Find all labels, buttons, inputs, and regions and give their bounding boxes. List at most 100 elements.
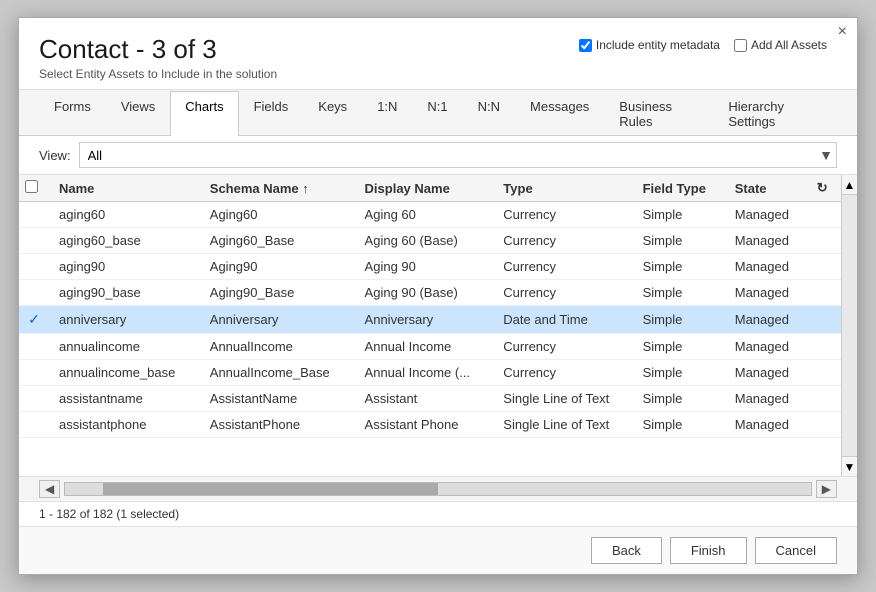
table-row[interactable]: aging90_baseAging90_BaseAging 90 (Base)C… — [19, 280, 841, 306]
cell-type: Date and Time — [493, 306, 632, 334]
horizontal-scrollbar: ◀ ▶ — [19, 476, 857, 501]
cell-refresh — [807, 306, 841, 334]
cell-schema_name: Aging60 — [200, 202, 355, 228]
table-row[interactable]: annualincomeAnnualIncomeAnnual IncomeCur… — [19, 334, 841, 360]
cell-schema_name: Aging90_Base — [200, 280, 355, 306]
cell-display_name: Aging 90 (Base) — [355, 280, 494, 306]
view-select-container: All ▼ — [79, 142, 837, 168]
table-row[interactable]: assistantnameAssistantNameAssistantSingl… — [19, 386, 841, 412]
include-metadata-checkbox[interactable] — [579, 39, 592, 52]
row-check-cell[interactable]: ✓ — [19, 306, 49, 334]
cell-state: Managed — [725, 360, 807, 386]
cell-field_type: Simple — [633, 306, 725, 334]
cell-type: Single Line of Text — [493, 386, 632, 412]
finish-button[interactable]: Finish — [670, 537, 747, 564]
view-label: View: — [39, 148, 71, 163]
cell-field_type: Simple — [633, 386, 725, 412]
table-row[interactable]: assistantphoneAssistantPhoneAssistant Ph… — [19, 412, 841, 438]
cell-field_type: Simple — [633, 412, 725, 438]
cell-field_type: Simple — [633, 228, 725, 254]
cell-field_type: Simple — [633, 202, 725, 228]
add-all-assets-checkbox[interactable] — [734, 39, 747, 52]
cell-type: Currency — [493, 202, 632, 228]
tab-hierarchy-settings[interactable]: Hierarchy Settings — [713, 91, 837, 136]
tab-1-n[interactable]: 1:N — [362, 91, 412, 136]
scroll-right-button[interactable]: ▶ — [816, 480, 837, 498]
tab-messages[interactable]: Messages — [515, 91, 604, 136]
cell-name: assistantname — [49, 386, 200, 412]
tab-business-rules[interactable]: Business Rules — [604, 91, 713, 136]
table-row[interactable]: aging60_baseAging60_BaseAging 60 (Base)C… — [19, 228, 841, 254]
cell-state: Managed — [725, 412, 807, 438]
cell-state: Managed — [725, 280, 807, 306]
table-row[interactable]: ✓anniversaryAnniversaryAnniversaryDate a… — [19, 306, 841, 334]
cell-refresh — [807, 280, 841, 306]
cell-type: Currency — [493, 228, 632, 254]
tab-forms[interactable]: Forms — [39, 91, 106, 136]
row-check-cell[interactable] — [19, 280, 49, 306]
tab-charts[interactable]: Charts — [170, 91, 238, 136]
cell-display_name: Aging 60 — [355, 202, 494, 228]
scroll-down-button[interactable]: ▼ — [842, 456, 857, 476]
cell-refresh — [807, 228, 841, 254]
col-type: Type — [493, 175, 632, 202]
cell-type: Single Line of Text — [493, 412, 632, 438]
cell-schema_name: AssistantPhone — [200, 412, 355, 438]
check-mark-icon: ✓ — [28, 311, 40, 327]
table-inner-scroll[interactable]: NameSchema Name ↑Display NameTypeField T… — [19, 175, 857, 476]
cell-name: aging90_base — [49, 280, 200, 306]
col-display_name: Display Name — [355, 175, 494, 202]
cell-schema_name: Aging90 — [200, 254, 355, 280]
status-text: 1 - 182 of 182 (1 selected) — [39, 507, 179, 521]
table-row[interactable]: aging60Aging60Aging 60CurrencySimpleMana… — [19, 202, 841, 228]
refresh-column[interactable]: ↻ — [807, 175, 841, 202]
select-all-checkbox[interactable] — [25, 180, 38, 193]
row-check-cell[interactable] — [19, 360, 49, 386]
tab-views[interactable]: Views — [106, 91, 170, 136]
tabs-bar: FormsViewsChartsFieldsKeys1:NN:1N:NMessa… — [19, 90, 857, 136]
h-scroll-track[interactable] — [64, 482, 812, 496]
cell-state: Managed — [725, 306, 807, 334]
refresh-icon[interactable]: ↻ — [817, 180, 828, 195]
row-check-cell[interactable] — [19, 254, 49, 280]
scroll-up-button[interactable]: ▲ — [842, 175, 857, 195]
include-metadata-label[interactable]: Include entity metadata — [579, 38, 720, 52]
cell-refresh — [807, 386, 841, 412]
vertical-scrollbar[interactable]: ▲ ▼ — [841, 175, 857, 476]
row-check-cell[interactable] — [19, 228, 49, 254]
add-all-assets-label[interactable]: Add All Assets — [734, 38, 827, 52]
table-row[interactable]: annualincome_baseAnnualIncome_BaseAnnual… — [19, 360, 841, 386]
scroll-left-button[interactable]: ◀ — [39, 480, 60, 498]
cell-field_type: Simple — [633, 360, 725, 386]
h-scroll-thumb — [103, 483, 438, 495]
cell-name: aging60_base — [49, 228, 200, 254]
row-check-cell[interactable] — [19, 202, 49, 228]
view-bar: View: All ▼ — [19, 136, 857, 175]
row-check-cell[interactable] — [19, 412, 49, 438]
table-body: aging60Aging60Aging 60CurrencySimpleMana… — [19, 202, 841, 438]
table-row[interactable]: aging90Aging90Aging 90CurrencySimpleMana… — [19, 254, 841, 280]
data-table: NameSchema Name ↑Display NameTypeField T… — [19, 175, 841, 438]
cell-refresh — [807, 334, 841, 360]
cell-refresh — [807, 202, 841, 228]
cell-display_name: Annual Income — [355, 334, 494, 360]
cancel-button[interactable]: Cancel — [755, 537, 837, 564]
cell-name: anniversary — [49, 306, 200, 334]
cell-schema_name: AnnualIncome — [200, 334, 355, 360]
col-field_type: Field Type — [633, 175, 725, 202]
view-select[interactable]: All — [79, 142, 837, 168]
tab-n-n[interactable]: N:N — [463, 91, 515, 136]
cell-refresh — [807, 412, 841, 438]
cell-type: Currency — [493, 360, 632, 386]
close-button[interactable]: × — [838, 24, 847, 40]
row-check-cell[interactable] — [19, 386, 49, 412]
main-dialog: × Contact - 3 of 3 Select Entity Assets … — [18, 17, 858, 575]
tab-fields[interactable]: Fields — [239, 91, 304, 136]
cell-field_type: Simple — [633, 334, 725, 360]
tab-keys[interactable]: Keys — [303, 91, 362, 136]
cell-schema_name: Anniversary — [200, 306, 355, 334]
back-button[interactable]: Back — [591, 537, 662, 564]
row-check-cell[interactable] — [19, 334, 49, 360]
cell-name: annualincome_base — [49, 360, 200, 386]
tab-n-1[interactable]: N:1 — [412, 91, 462, 136]
